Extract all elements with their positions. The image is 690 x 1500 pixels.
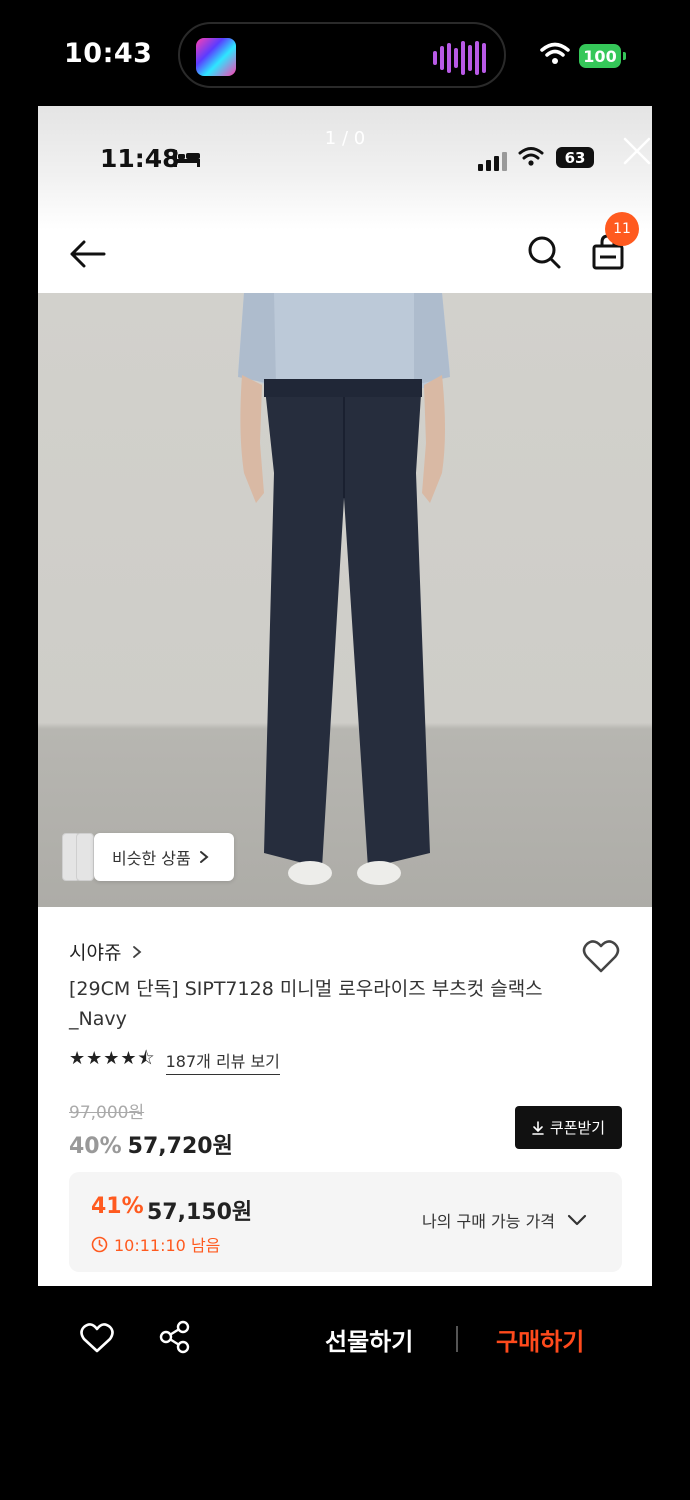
- coupon-button[interactable]: 쿠폰받기: [515, 1106, 622, 1149]
- price-row: 40% 57,720원: [69, 1128, 233, 1160]
- search-icon[interactable]: [526, 232, 562, 272]
- coupon-label: 쿠폰받기: [549, 1119, 606, 1137]
- countdown-text: 10:11:10 남음: [114, 1236, 221, 1255]
- sleep-focus-icon: [174, 150, 200, 167]
- original-price: 97,000원: [69, 1103, 145, 1123]
- product-image[interactable]: 비슷한 상품: [38, 293, 652, 907]
- best-discount-rate: 41%: [91, 1194, 144, 1219]
- brand-name: 시야쥬: [69, 942, 122, 964]
- product-page: 11:48 1 / 0 63 11 비슷한 상품 시야쥬 [29CM 단독] S…: [38, 106, 652, 1286]
- chevron-right-icon: [132, 946, 141, 958]
- now-playing-artwork: [196, 38, 236, 76]
- review-link[interactable]: 187개 리뷰 보기: [165, 1048, 280, 1075]
- cellular-signal-icon: [478, 152, 507, 171]
- similar-product-thumbnails[interactable]: [62, 833, 98, 881]
- rating-stars: ★★★★⯪: [69, 1048, 156, 1069]
- sale-price: 57,720원: [127, 1134, 233, 1159]
- my-price-label: 나의 구매 가능 가격: [422, 1212, 556, 1231]
- my-price-toggle[interactable]: 나의 구매 가능 가격: [422, 1208, 587, 1232]
- back-arrow-icon[interactable]: [68, 236, 108, 272]
- cart-count-badge: 11: [605, 212, 639, 246]
- gift-button[interactable]: 선물하기: [325, 1322, 413, 1357]
- best-price-panel[interactable]: 41% 57,150원 10:11:10 남음 나의 구매 가능 가격: [69, 1172, 622, 1272]
- share-icon[interactable]: [158, 1320, 192, 1354]
- discount-rate: 40%: [69, 1134, 122, 1159]
- wifi-icon: [540, 42, 570, 64]
- countdown-timer: 10:11:10 남음: [91, 1232, 220, 1256]
- image-pager: 1 / 0: [324, 128, 366, 149]
- product-info: 시야쥬 [29CM 단독] SIPT7128 미니멀 로우라이즈 부츠컷 슬랙스…: [38, 908, 652, 1286]
- similar-products-label: 비슷한 상품: [112, 849, 191, 868]
- similar-products-button[interactable]: 비슷한 상품: [94, 833, 234, 881]
- download-icon: [532, 1120, 544, 1135]
- buy-button[interactable]: 구매하기: [496, 1322, 584, 1357]
- close-icon[interactable]: [622, 136, 652, 166]
- battery-indicator: 63: [556, 147, 594, 168]
- product-photo-illustration: [238, 293, 450, 885]
- heart-icon[interactable]: [80, 1322, 114, 1354]
- wifi-icon: [518, 147, 544, 166]
- chevron-down-icon: [567, 1214, 587, 1226]
- product-title: [29CM 단독] SIPT7128 미니멀 로우라이즈 부츠컷 슬랙스 _Na…: [69, 978, 543, 1030]
- app-header: 11: [38, 212, 652, 292]
- battery-indicator: 100: [579, 44, 626, 68]
- clock-icon: [91, 1236, 108, 1252]
- outer-status-bar: 10:43 100: [0, 0, 690, 106]
- wishlist-heart-icon[interactable]: [582, 938, 620, 974]
- inner-status-bar: 11:48 1 / 0 63: [38, 106, 652, 230]
- action-divider: [456, 1326, 458, 1352]
- brand-link[interactable]: 시야쥬: [69, 938, 142, 965]
- dynamic-island[interactable]: [178, 22, 506, 88]
- outer-clock: 10:43: [64, 38, 153, 69]
- best-price: 57,150원: [147, 1200, 253, 1225]
- rating-row: ★★★★⯪ 187개 리뷰 보기: [69, 1046, 280, 1076]
- bottom-action-bar: 선물하기 구매하기: [0, 1286, 690, 1396]
- chevron-right-icon: [199, 851, 209, 863]
- inner-clock: 11:48: [100, 144, 180, 173]
- audio-waveform-icon: [433, 40, 486, 76]
